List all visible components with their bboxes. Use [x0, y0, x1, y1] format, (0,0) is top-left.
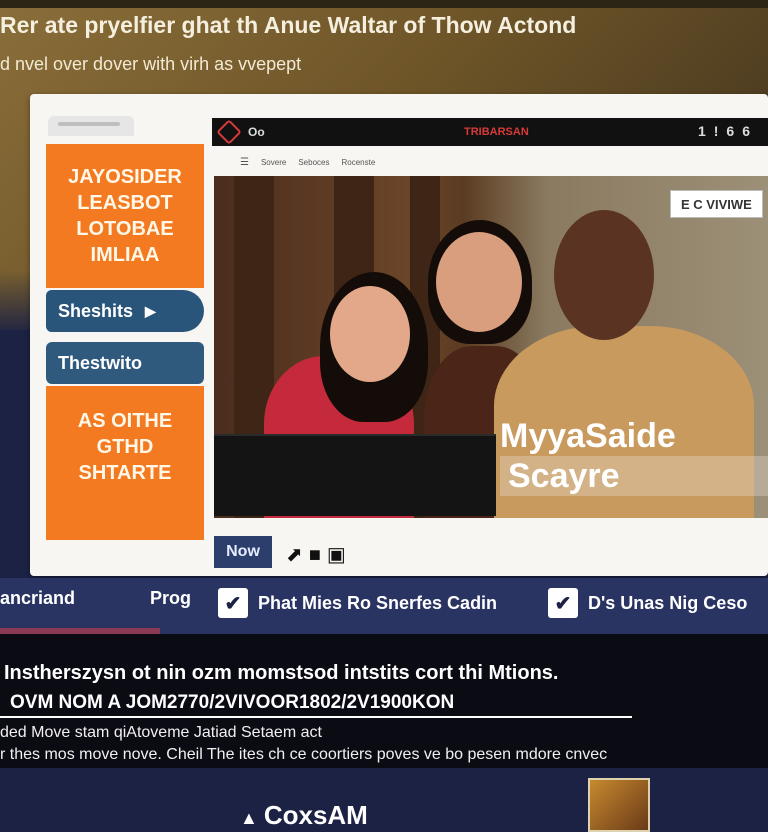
toolbar-icon[interactable]: ! — [714, 123, 727, 139]
caption-line-2: OVM NOM A JOM2770/2VIVOOR1802/2V1900KON — [0, 692, 632, 718]
caption-line-1: Instherszysn ot nin ozm momstsod intstit… — [4, 662, 559, 684]
sub-nav-item[interactable]: Seboces — [298, 158, 329, 167]
person-face — [330, 286, 410, 382]
caption-line-4: r thes mos move nove. Cheil The ites ch … — [0, 746, 608, 763]
promo-card-bottom[interactable]: AS OITHE GTHD SHTARTE — [46, 386, 204, 540]
browser-window: JAYOSIDER LEASBOT LOTOBAE IMLIAA Sheshit… — [30, 94, 768, 832]
channel-badge: E C VIVIWE — [670, 190, 763, 218]
overlay-line-2: Scayre — [500, 456, 768, 496]
checkbox-checked-icon[interactable]: ✔ — [218, 588, 248, 618]
option-label-prog[interactable]: Prog — [150, 588, 191, 609]
promo-line: SHTARTE — [78, 462, 172, 484]
toolbar-text: Oo — [248, 125, 265, 139]
now-button[interactable]: Now — [214, 536, 272, 568]
player-caption-bar: ▲ CoxsAM — [214, 434, 650, 832]
page-headline: Rer ate pryelfier ghat th Anue Waltar of… — [0, 12, 577, 38]
player-title: ▲ CoxsAM — [240, 800, 368, 831]
promo-line: LOTOBAE — [76, 218, 174, 240]
caption-area: Instherszysn ot nin ozm momstsod intstit… — [0, 634, 768, 768]
caption-line-3: ded Move stam qiAtoveme Jatiad Setaem ac… — [0, 724, 322, 741]
option-checkbox-1[interactable]: ✔ Phat Mies Ro Snerfes Cadin — [218, 588, 497, 618]
option-text-1: Phat Mies Ro Snerfes Cadin — [258, 592, 498, 613]
film-icon[interactable]: ▣ — [327, 544, 352, 566]
brand-label: TRIBARSAN — [464, 126, 529, 138]
menu-icon[interactable]: ☰ — [240, 157, 249, 168]
top-strip — [0, 0, 768, 8]
sub-navigation: ☰ Sovere Seboces Rocenste — [240, 154, 375, 170]
camera-icon: ▲ — [240, 808, 258, 828]
secondary-button[interactable]: Thestwito — [46, 342, 204, 384]
video-thumbnail[interactable] — [588, 778, 650, 832]
toolbar-icons[interactable]: 1!66 — [698, 123, 758, 139]
checkbox-checked-icon[interactable]: ✔ — [548, 588, 578, 618]
option-label-left[interactable]: ancriand — [0, 588, 75, 609]
page-subline: d nvel over dover with virh as vvepept — [0, 54, 302, 74]
app-logo-icon[interactable] — [216, 119, 242, 145]
promo-line: GTHD — [96, 436, 154, 458]
promo-line: IMLIAA — [90, 244, 160, 266]
player-controls: ⬈■▣ — [286, 542, 352, 567]
promo-line: LEASBOT — [77, 192, 173, 214]
toolbar-icon[interactable]: 6 — [726, 123, 742, 139]
option-checkbox-2[interactable]: ✔ D's Unas Nig Ceso — [548, 588, 747, 618]
browser-tab[interactable] — [48, 116, 134, 136]
app-toolbar: Oo TRIBARSAN 1!66 — [212, 118, 768, 146]
person-face — [436, 232, 522, 332]
share-button[interactable]: Sheshits ▶ — [46, 290, 204, 332]
toolbar-icon[interactable]: 1 — [698, 123, 714, 139]
option-bar: ancriand Prog ✔ Phat Mies Ro Snerfes Cad… — [0, 578, 768, 634]
promo-line: AS OITHE — [77, 410, 173, 432]
toolbar-icon[interactable]: 6 — [742, 123, 758, 139]
person-face — [554, 210, 654, 340]
option-text-2: D's Unas Nig Ceso — [588, 592, 748, 613]
promo-card-top[interactable]: JAYOSIDER LEASBOT LOTOBAE IMLIAA — [46, 144, 204, 288]
player-title-text: CoxsAM — [263, 800, 368, 830]
play-arrow-icon: ▶ — [145, 302, 156, 319]
share-icon[interactable]: ⬈ — [286, 544, 309, 566]
video-overlay-title: MyyaSaide Scayre — [500, 416, 768, 520]
secondary-label: Thestwito — [58, 352, 142, 373]
sub-nav-item[interactable]: Rocenste — [341, 158, 375, 167]
sub-nav-item[interactable]: Sovere — [261, 158, 286, 167]
promo-line: JAYOSIDER — [68, 166, 182, 188]
overlay-line-1: MyyaSaide — [500, 417, 676, 455]
share-label: Sheshits — [58, 300, 134, 321]
camera-control-icon[interactable]: ■ — [309, 544, 327, 566]
